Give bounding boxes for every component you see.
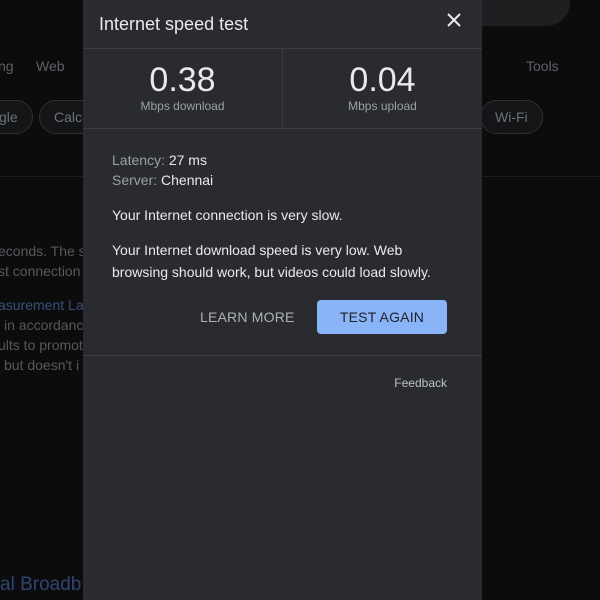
snippet-line: but doesn't i <box>4 357 80 373</box>
download-value: 0.38 <box>149 61 216 99</box>
dialog-divider <box>83 355 482 356</box>
speed-explanation-message: Your Internet download speed is very low… <box>112 242 431 280</box>
snippet-line: econds. The sp <box>0 243 94 259</box>
snippet-line: ults to promot <box>0 337 83 353</box>
server-value: Chennai <box>161 172 214 188</box>
latency-value: 27 ms <box>168 152 207 168</box>
test-again-button[interactable]: TEST AGAIN <box>317 300 447 334</box>
chip-background: gle <box>0 100 33 134</box>
chip-wifi: Wi-Fi <box>480 100 543 134</box>
speed-metrics: 0.38 Mbps download 0.04 Mbps upload <box>83 49 482 129</box>
feedback-link[interactable]: Feedback <box>394 376 447 390</box>
download-metric: 0.38 Mbps download <box>83 49 282 128</box>
close-button[interactable] <box>440 8 468 36</box>
dialog-header: Internet speed test <box>83 0 482 49</box>
connection-status-message: Your Internet connection is very slow. <box>112 207 343 223</box>
tab-tools: Tools <box>526 58 559 74</box>
snippet-line: st connection <box>0 263 81 279</box>
close-icon <box>447 13 461 27</box>
tab-background: ng <box>0 58 14 74</box>
upload-value: 0.04 <box>349 61 416 99</box>
upload-metric: 0.04 Mbps upload <box>282 49 482 128</box>
tab-web: Web <box>36 58 65 74</box>
test-details: Latency: 27 ms Server: Chennai <box>112 150 458 190</box>
snippet-link: asurement La <box>0 297 84 313</box>
dialog-title: Internet speed test <box>99 14 249 34</box>
snippet-line: in accordanc <box>4 317 84 333</box>
server-row: Server: Chennai <box>112 170 458 190</box>
speed-test-dialog: Internet speed test 0.38 Mbps download 0… <box>83 0 482 600</box>
download-label: Mbps download <box>140 99 225 113</box>
upload-label: Mbps upload <box>348 99 417 113</box>
result-title: al Broadb <box>0 574 82 595</box>
server-label: Server: <box>112 172 158 188</box>
latency-label: Latency: <box>112 152 165 168</box>
learn-more-button[interactable]: LEARN MORE <box>188 300 307 334</box>
latency-row: Latency: 27 ms <box>112 150 458 170</box>
